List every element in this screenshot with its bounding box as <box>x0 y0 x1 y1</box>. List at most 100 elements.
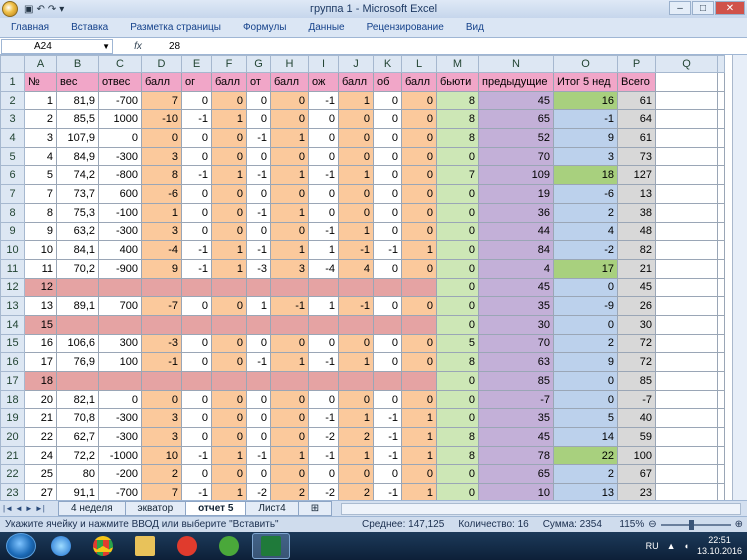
row-header[interactable]: 8 <box>0 202 25 223</box>
column-header[interactable]: M <box>436 55 479 73</box>
empty-cell[interactable] <box>655 90 718 111</box>
data-cell[interactable]: 8 <box>24 202 57 223</box>
data-cell[interactable]: 107,9 <box>56 128 99 148</box>
data-cell[interactable]: -7 <box>617 389 656 410</box>
data-cell[interactable]: 0 <box>141 128 182 148</box>
next-sheet-icon[interactable]: ► <box>25 504 33 513</box>
header-cell[interactable]: балл <box>401 72 437 92</box>
data-cell[interactable]: 45 <box>478 277 554 298</box>
minimize-icon[interactable]: – <box>669 1 691 15</box>
data-cell[interactable]: 1 <box>308 240 339 260</box>
tab-review[interactable]: Рецензирование <box>356 22 455 33</box>
spreadsheet-grid[interactable]: A B C D E F G H I J K L M N O P Q 1 № вес отвес балл ог балл от б… <box>0 55 747 500</box>
header-cell[interactable]: предыдущие <box>478 72 554 92</box>
data-cell[interactable]: 20 <box>24 389 57 410</box>
data-cell[interactable]: 91,1 <box>56 483 99 500</box>
data-cell[interactable]: 0 <box>181 90 212 111</box>
data-cell[interactable]: 7 <box>436 165 479 186</box>
empty-cell[interactable] <box>717 389 725 410</box>
data-cell[interactable]: 35 <box>478 408 554 429</box>
data-cell[interactable]: 0 <box>211 184 247 204</box>
data-cell[interactable]: 0 <box>553 389 618 410</box>
sheet-tab-report5[interactable]: отчет 5 <box>185 501 247 516</box>
data-cell[interactable]: 8 <box>436 128 479 148</box>
data-cell[interactable]: 27 <box>24 483 57 500</box>
data-cell[interactable]: 0 <box>308 464 339 485</box>
data-cell[interactable]: 70 <box>478 333 554 354</box>
data-cell[interactable]: 0 <box>270 464 309 485</box>
row-header[interactable]: 2 <box>0 90 25 111</box>
data-cell[interactable]: 1 <box>211 258 247 279</box>
data-cell[interactable]: 82,1 <box>56 389 99 410</box>
data-cell[interactable]: 84,9 <box>56 146 99 167</box>
data-cell[interactable]: 23 <box>617 483 656 500</box>
data-cell[interactable]: 84 <box>478 240 554 260</box>
row-header[interactable]: 17 <box>0 371 25 391</box>
insert-sheet-icon[interactable]: ⊞ <box>297 501 333 516</box>
data-cell[interactable]: 52 <box>478 128 554 148</box>
data-cell[interactable]: 19 <box>478 184 554 204</box>
data-cell[interactable]: 13 <box>553 483 618 500</box>
data-cell[interactable]: 16 <box>553 90 618 111</box>
data-cell[interactable]: 3 <box>141 408 182 429</box>
data-cell[interactable]: 0 <box>553 371 618 391</box>
data-cell[interactable]: -300 <box>98 408 142 429</box>
row-header[interactable]: 19 <box>0 408 25 429</box>
data-cell[interactable]: 44 <box>478 221 554 242</box>
data-cell[interactable]: 59 <box>617 427 656 447</box>
data-cell[interactable]: 22 <box>553 445 618 466</box>
data-cell[interactable]: 0 <box>553 277 618 298</box>
data-cell[interactable]: 21 <box>617 258 656 279</box>
data-cell[interactable] <box>246 314 271 335</box>
start-button[interactable] <box>6 533 36 559</box>
data-cell[interactable]: 9 <box>24 221 57 242</box>
data-cell[interactable]: 16 <box>24 333 57 354</box>
data-cell[interactable]: 30 <box>478 314 554 335</box>
empty-cell[interactable] <box>717 109 725 130</box>
data-cell[interactable]: 0 <box>373 146 402 167</box>
data-cell[interactable]: 0 <box>401 464 437 485</box>
data-cell[interactable]: 17 <box>553 258 618 279</box>
data-cell[interactable]: 0 <box>436 277 479 298</box>
data-cell[interactable]: 40 <box>617 408 656 429</box>
data-cell[interactable]: 5 <box>436 333 479 354</box>
data-cell[interactable]: -200 <box>98 464 142 485</box>
empty-cell[interactable] <box>655 408 718 429</box>
data-cell[interactable]: 0 <box>270 333 309 354</box>
header-cell[interactable]: № <box>24 72 57 92</box>
data-cell[interactable]: -1 <box>373 240 402 260</box>
empty-cell[interactable] <box>717 427 725 447</box>
data-cell[interactable]: 0 <box>436 258 479 279</box>
row-header[interactable]: 18 <box>0 389 25 410</box>
data-cell[interactable]: 1 <box>401 427 437 447</box>
row-header[interactable]: 20 <box>0 427 25 447</box>
data-cell[interactable]: 0 <box>181 296 212 316</box>
data-cell[interactable]: 0 <box>401 146 437 167</box>
empty-cell[interactable] <box>655 389 718 410</box>
data-cell[interactable]: 74,2 <box>56 165 99 186</box>
data-cell[interactable] <box>338 314 374 335</box>
empty-cell[interactable] <box>655 128 718 148</box>
header-cell[interactable]: балл <box>211 72 247 92</box>
data-cell[interactable]: 2 <box>338 427 374 447</box>
data-cell[interactable] <box>211 277 247 298</box>
data-cell[interactable]: 5 <box>24 165 57 186</box>
header-cell[interactable]: балл <box>141 72 182 92</box>
data-cell[interactable]: 8 <box>141 165 182 186</box>
data-cell[interactable] <box>56 371 99 391</box>
data-cell[interactable]: 0 <box>181 221 212 242</box>
column-header[interactable]: A <box>24 55 57 73</box>
data-cell[interactable]: -100 <box>98 202 142 223</box>
data-cell[interactable]: 25 <box>24 464 57 485</box>
data-cell[interactable]: 1 <box>401 408 437 429</box>
data-cell[interactable]: 2 <box>24 109 57 130</box>
data-cell[interactable]: 14 <box>553 427 618 447</box>
data-cell[interactable]: 0 <box>401 389 437 410</box>
row-header[interactable]: 6 <box>0 165 25 186</box>
data-cell[interactable]: 0 <box>211 128 247 148</box>
data-cell[interactable]: 0 <box>270 146 309 167</box>
data-cell[interactable]: 61 <box>617 90 656 111</box>
header-cell[interactable]: от <box>246 72 271 92</box>
data-cell[interactable]: 1 <box>401 445 437 466</box>
data-cell[interactable]: -1 <box>141 352 182 372</box>
